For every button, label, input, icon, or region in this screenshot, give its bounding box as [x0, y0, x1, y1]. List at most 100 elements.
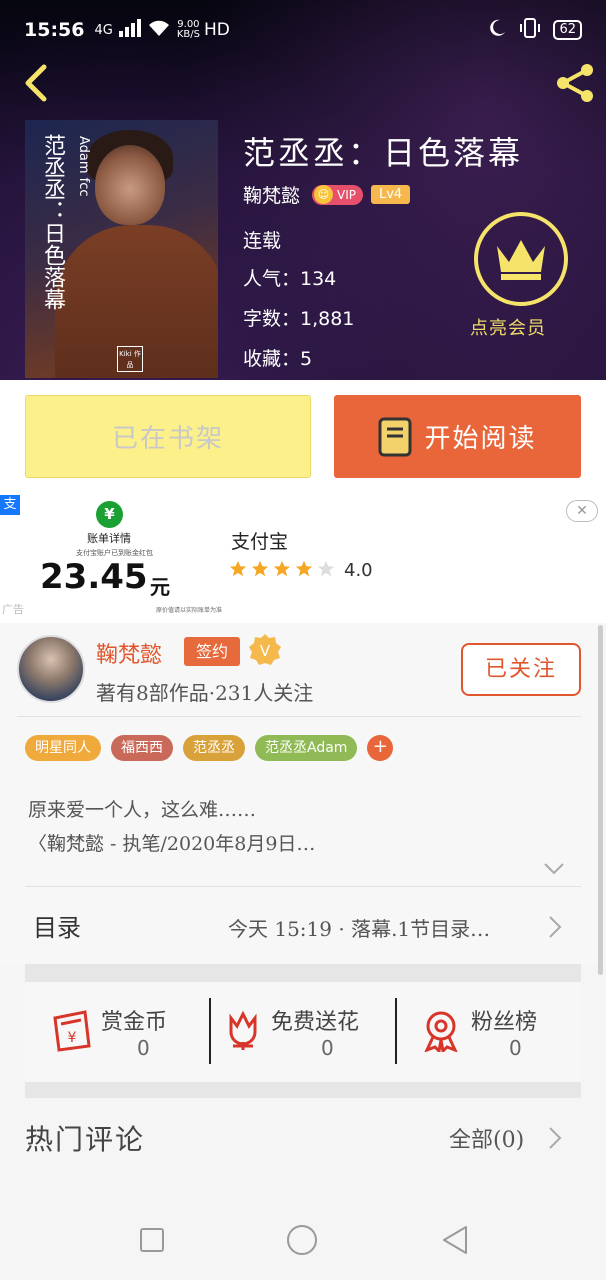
intro-line: 原来爱一个人，这么难……: [28, 799, 257, 821]
chevron-right-icon: [549, 1127, 562, 1149]
chevron-right-icon: [549, 916, 562, 938]
toc-button[interactable]: [548, 915, 562, 943]
stat-value: 0: [137, 1036, 150, 1060]
avatar[interactable]: [17, 635, 85, 703]
battery-indicator: 62: [553, 20, 582, 40]
stat-value: 0: [509, 1036, 522, 1060]
tag-chip[interactable]: 明星同人: [25, 735, 101, 761]
start-reading-label: 开始阅读: [424, 424, 537, 454]
scrollbar[interactable]: [598, 625, 603, 975]
follow-button[interactable]: 已关注: [461, 643, 581, 696]
stat-label: 粉丝榜: [471, 1010, 538, 1035]
level-badge: Lv4: [371, 185, 411, 204]
share-button[interactable]: [550, 58, 600, 108]
star-icon: [273, 560, 291, 577]
tag-chip[interactable]: 范丞丞: [183, 735, 245, 761]
star-icon: [229, 560, 247, 577]
signed-badge: 签约: [184, 637, 240, 666]
all-comments-button[interactable]: [548, 1126, 562, 1154]
star-icon: [251, 560, 269, 577]
book-cover[interactable]: 范丞丞：日色落幕 Adam fcc Kiki 作品: [25, 120, 218, 378]
cover-title: 范丞丞：日色落幕: [40, 134, 65, 310]
favorites-count: 收藏：5: [243, 348, 313, 370]
popularity: 人气：134: [243, 268, 337, 290]
expand-intro-button[interactable]: [543, 861, 565, 880]
status-bar: 15:56 4G 9.00 KB/S HD 62: [0, 0, 606, 60]
ad-tag: 广告: [2, 603, 24, 616]
svg-text:V: V: [260, 642, 271, 660]
divider: [17, 716, 581, 717]
vibrate-icon: [517, 17, 543, 43]
author-stats: 著有8部作品·231人关注: [96, 681, 314, 705]
hot-comments-title: 热门评论: [25, 1123, 146, 1156]
all-comments-link[interactable]: 全部(0): [449, 1122, 524, 1154]
book-title: 范丞丞：日色落幕: [243, 134, 524, 172]
ad-close-button[interactable]: ✕: [566, 500, 598, 522]
vip-face-icon: ☺: [314, 185, 334, 204]
member-label[interactable]: 点亮会员: [470, 314, 546, 340]
book-intro[interactable]: 原来爱一个人，这么难…… 〈鞠梵懿 - 执笔/2020年8月9日…: [28, 793, 315, 861]
author-row[interactable]: 鞠梵懿 ☺ VIP Lv4: [243, 181, 411, 208]
author-name-header[interactable]: 鞠梵懿: [243, 181, 300, 208]
recent-apps-button[interactable]: [139, 1227, 165, 1257]
back-nav-button[interactable]: [440, 1225, 468, 1259]
tag-chip[interactable]: 范丞丞Adam: [255, 735, 358, 761]
status-time: 15:56: [24, 19, 85, 41]
square-icon: [140, 1228, 164, 1252]
author-name[interactable]: 鞠梵懿: [96, 637, 162, 669]
triangle-back-icon: [443, 1226, 467, 1254]
book-header: 15:56 4G 9.00 KB/S HD 62 范丞丞：日色落幕 Adam f…: [0, 0, 606, 380]
network-speed: 9.00 KB/S: [176, 19, 200, 40]
chevron-left-icon: [25, 64, 47, 102]
add-tag-button[interactable]: +: [367, 735, 394, 761]
serial-status: 连载: [243, 230, 282, 252]
ad-app-name: 支付宝: [231, 531, 289, 553]
member-button[interactable]: [474, 212, 568, 306]
in-shelf-button[interactable]: 已在书架: [25, 395, 311, 478]
flower-icon: [223, 1010, 263, 1056]
yen-icon: ¥: [96, 501, 123, 528]
star-empty-icon: [317, 560, 335, 577]
book-icon: [378, 417, 412, 456]
ad-amount-unit: 元: [150, 575, 170, 599]
action-area: 已在书架 开始阅读: [0, 380, 606, 495]
reward-envelope-icon: ¥: [47, 1010, 93, 1056]
verified-badge-icon: V: [248, 633, 282, 667]
ad-bill-title: 账单详情: [87, 532, 131, 545]
home-button[interactable]: [286, 1224, 318, 1260]
vip-badge: ☺ VIP: [312, 184, 363, 205]
hd-label: HD: [203, 20, 230, 40]
network-label: 4G: [94, 22, 113, 38]
share-icon: [557, 64, 593, 102]
start-reading-button[interactable]: 开始阅读: [334, 395, 581, 478]
ad-fine-print: 原价值请以实际账单为准: [156, 607, 223, 614]
cover-figure-head: [95, 145, 165, 225]
tag-chip[interactable]: 福西西: [111, 735, 173, 761]
toc-label[interactable]: 目录: [33, 908, 81, 943]
svg-text:¥: ¥: [68, 1030, 77, 1046]
chevron-down-icon: [544, 863, 564, 875]
word-count: 字数：1,881: [243, 308, 355, 330]
signal-icon: [118, 18, 141, 42]
back-button[interactable]: [10, 58, 60, 108]
fans-ranking-button[interactable]: 粉丝榜 0: [397, 982, 581, 1082]
stat-value: 0: [321, 1036, 334, 1060]
reward-coin-button[interactable]: ¥ 赏金币 0: [25, 982, 209, 1082]
system-nav-bar: [0, 1198, 606, 1280]
moon-icon: [487, 18, 507, 43]
ad-banner[interactable]: 支 ¥ 账单详情 支付宝账户已到账金红包 23.45 元 原价值请以实际账单为准…: [0, 495, 606, 623]
toc-latest-chapter[interactable]: 今天 15:19 · 落幕.1节目录…: [228, 913, 490, 942]
circle-icon: [287, 1225, 317, 1255]
cover-logo: Kiki 作品: [117, 346, 143, 372]
medal-icon: [421, 1010, 461, 1056]
author-card: 鞠梵懿 签约 V 著有8部作品·231人关注 已关注 明星同人 福西西 范丞丞 …: [0, 623, 606, 966]
intro-line: 〈鞠梵懿 - 执笔/2020年8月9日…: [28, 833, 316, 855]
section-separator: [25, 1082, 581, 1098]
tag-list: 明星同人 福西西 范丞丞 范丞丞Adam +: [25, 735, 394, 761]
cover-subtitle: Adam fcc: [76, 136, 91, 197]
ad-amount: 23.45: [40, 557, 148, 597]
section-separator: [25, 964, 581, 982]
send-flower-button[interactable]: 免费送花 0: [211, 982, 395, 1082]
ad-rating-stars: [229, 560, 335, 578]
divider: [25, 886, 581, 887]
